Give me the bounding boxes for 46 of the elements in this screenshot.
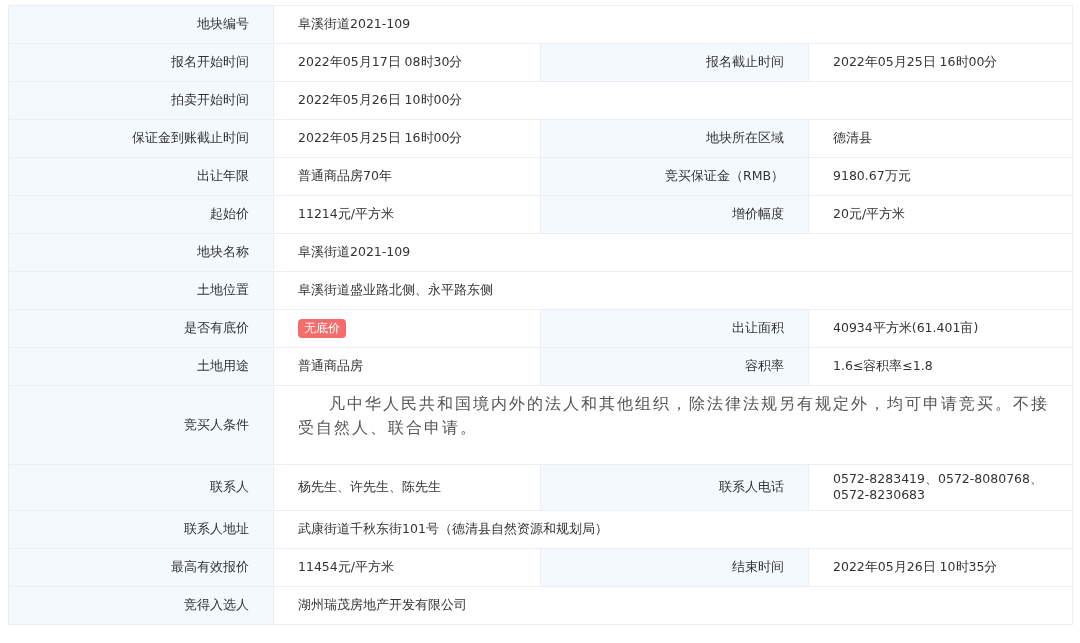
field-value: 40934平方米(61.401亩)	[808, 309, 1073, 348]
field-label: 拍卖开始时间	[8, 81, 274, 120]
field-value: 阜溪街道2021-109	[273, 5, 1073, 44]
field-value: 11214元/平方米	[273, 195, 541, 234]
field-label: 增价幅度	[540, 195, 809, 234]
field-value: 普通商品房	[273, 347, 541, 386]
field-value: 9180.67万元	[808, 157, 1073, 196]
field-value: 2022年05月26日 10时00分	[273, 81, 1073, 120]
field-value: 2022年05月26日 10时35分	[808, 548, 1073, 587]
field-value: 20元/平方米	[808, 195, 1073, 234]
field-label: 联系人地址	[8, 510, 274, 549]
status-tag: 无底价	[298, 318, 346, 339]
field-label: 起始价	[8, 195, 274, 234]
field-label: 最高有效报价	[8, 548, 274, 587]
field-value: 武康街道千秋东街101号（德清县自然资源和规划局）	[273, 510, 1073, 549]
field-value: 阜溪街道2021-109	[273, 233, 1073, 272]
field-label: 土地位置	[8, 271, 274, 310]
field-value: 0572-8283419、0572-8080768、0572-8230683	[808, 464, 1073, 511]
field-value: 2022年05月25日 16时00分	[273, 119, 541, 158]
field-label: 地块名称	[8, 233, 274, 272]
field-value: 2022年05月25日 16时00分	[808, 43, 1073, 82]
field-value: 德清县	[808, 119, 1073, 158]
field-value: 11454元/平方米	[273, 548, 541, 587]
field-label: 报名截止时间	[540, 43, 809, 82]
field-paragraph: 凡中华人民共和国境内外的法人和其他组织，除法律法规另有规定外，均可申请竞买。不接受自然人、联合申请。	[298, 394, 1050, 439]
field-label: 报名开始时间	[8, 43, 274, 82]
field-value: 湖州瑞茂房地产开发有限公司	[273, 586, 1073, 625]
field-label: 联系人	[8, 464, 274, 511]
field-label: 是否有底价	[8, 309, 274, 348]
field-value: 杨先生、许先生、陈先生	[273, 464, 541, 511]
field-label: 竞买保证金（RMB）	[540, 157, 809, 196]
field-label: 容积率	[540, 347, 809, 386]
field-label: 结束时间	[540, 548, 809, 587]
field-label: 竞买人条件	[8, 385, 274, 465]
field-label: 竞得入选人	[8, 586, 274, 625]
field-value: 阜溪街道盛业路北侧、永平路东侧	[273, 271, 1073, 310]
field-value: 1.6≤容积率≤1.8	[808, 347, 1073, 386]
field-label: 保证金到账截止时间	[8, 119, 274, 158]
field-label: 地块编号	[8, 5, 274, 44]
field-label: 地块所在区域	[540, 119, 809, 158]
field-label: 联系人电话	[540, 464, 809, 511]
field-label: 出让面积	[540, 309, 809, 348]
field-value: 2022年05月17日 08时30分	[273, 43, 541, 82]
field-value: 普通商品房70年	[273, 157, 541, 196]
field-label: 土地用途	[8, 347, 274, 386]
field-label: 出让年限	[8, 157, 274, 196]
